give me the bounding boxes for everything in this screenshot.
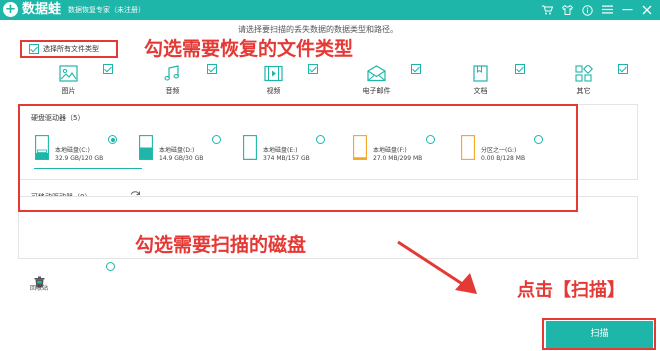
annotation-arrow-icon (397, 240, 477, 294)
